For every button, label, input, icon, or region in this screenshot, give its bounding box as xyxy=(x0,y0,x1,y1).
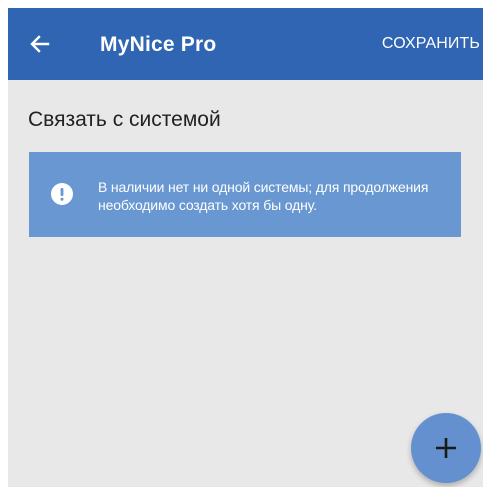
exclamation-circle-icon xyxy=(51,183,73,205)
back-button[interactable] xyxy=(26,30,54,58)
save-button[interactable]: СОХРАНИТЬ xyxy=(382,34,480,54)
arrow-left-icon xyxy=(30,35,50,53)
plus-icon xyxy=(436,438,456,458)
add-system-button[interactable] xyxy=(411,413,481,483)
info-banner: В наличии нет ни одной системы; для прод… xyxy=(29,152,461,237)
info-message: В наличии нет ни одной системы; для прод… xyxy=(98,179,429,213)
page-title: Связать с системой xyxy=(28,108,221,131)
app-screen: MyNice Pro СОХРАНИТЬ Связать с системой … xyxy=(8,8,483,487)
app-bar: MyNice Pro СОХРАНИТЬ xyxy=(8,8,483,80)
app-title: MyNice Pro xyxy=(100,33,217,56)
